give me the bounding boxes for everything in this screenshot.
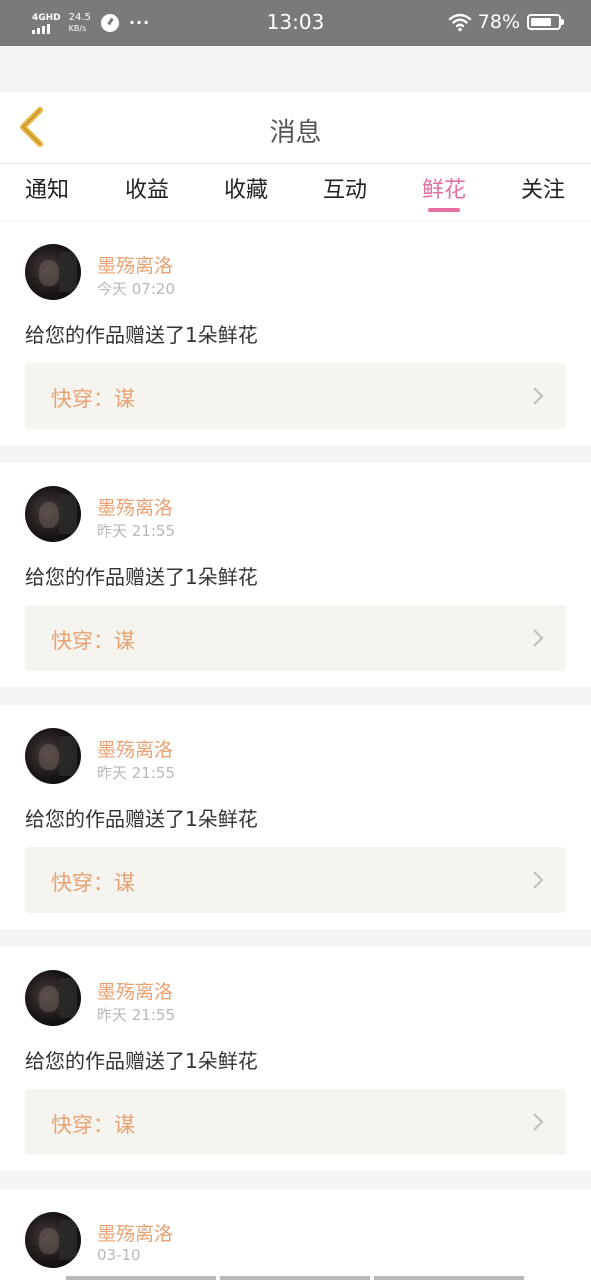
message-card: 墨殇离洛 昨天 21:55 给您的作品赠送了1朵鲜花 快穿：谋 — [0, 705, 591, 929]
sender-name[interactable]: 墨殇离洛 — [97, 1219, 173, 1246]
message-card: 墨殇离洛 昨天 21:55 给您的作品赠送了1朵鲜花 快穿：谋 — [0, 463, 591, 687]
work-link[interactable]: 快穿：谋 — [25, 363, 566, 429]
message-text: 给您的作品赠送了1朵鲜花 — [25, 323, 258, 347]
tab-label: 鲜花 — [421, 178, 466, 203]
chevron-right-icon — [533, 629, 544, 647]
message-time: 昨天 21:55 — [97, 764, 175, 782]
message-time: 03-10 — [97, 1246, 141, 1264]
avatar[interactable] — [25, 486, 81, 542]
sender-name[interactable]: 墨殇离洛 — [97, 977, 173, 1004]
message-card: 墨殇离洛 今天 07:20 给您的作品赠送了1朵鲜花 快穿：谋 — [0, 221, 591, 445]
tab-notifications[interactable]: 通知 — [2, 172, 92, 216]
tab-interactions[interactable]: 互动 — [300, 172, 390, 216]
work-title: 快穿：谋 — [51, 1113, 135, 1137]
message-text: 给您的作品赠送了1朵鲜花 — [25, 1049, 258, 1073]
active-tab-indicator — [428, 208, 460, 212]
tab-label: 互动 — [322, 178, 367, 203]
avatar[interactable] — [25, 970, 81, 1026]
chevron-right-icon — [533, 387, 544, 405]
work-link[interactable]: 快穿：谋 — [25, 1089, 566, 1155]
work-link[interactable]: 快穿：谋 — [25, 847, 566, 913]
sender-name[interactable]: 墨殇离洛 — [97, 251, 173, 278]
sender-name[interactable]: 墨殇离洛 — [97, 493, 173, 520]
message-text: 给您的作品赠送了1朵鲜花 — [25, 807, 258, 831]
status-right: 78% — [448, 11, 564, 33]
tab-favorites[interactable]: 收藏 — [201, 172, 291, 216]
sender-name[interactable]: 墨殇离洛 — [97, 735, 173, 762]
work-title: 快穿：谋 — [51, 629, 135, 653]
message-time: 今天 07:20 — [97, 280, 175, 298]
tab-bar: 通知 收益 收藏 互动 鲜花 关注 — [0, 164, 591, 220]
tab-label: 关注 — [520, 178, 565, 203]
tab-earnings[interactable]: 收益 — [102, 172, 192, 216]
avatar[interactable] — [25, 728, 81, 784]
chevron-right-icon — [533, 1113, 544, 1131]
tab-label: 收益 — [124, 178, 169, 203]
message-card: 墨殇离洛 03-10 — [0, 1189, 591, 1280]
battery-percent: 78% — [477, 11, 520, 33]
avatar[interactable] — [25, 1212, 81, 1268]
battery-icon — [527, 14, 564, 30]
work-title: 快穿：谋 — [51, 387, 135, 411]
tab-label: 通知 — [24, 178, 69, 203]
status-bar: 4GHD 24.5 KB/s ··· 13:03 78% — [0, 0, 591, 46]
wifi-icon — [448, 13, 471, 32]
page-title: 消息 — [269, 118, 322, 148]
chevron-right-icon — [533, 871, 544, 889]
scroll-indicator — [66, 1276, 524, 1280]
tab-label: 收藏 — [223, 178, 268, 203]
app-header: 消息 — [0, 92, 591, 164]
tab-following[interactable]: 关注 — [498, 172, 588, 216]
message-card: 墨殇离洛 昨天 21:55 给您的作品赠送了1朵鲜花 快穿：谋 — [0, 947, 591, 1171]
message-text: 给您的作品赠送了1朵鲜花 — [25, 565, 258, 589]
work-link[interactable]: 快穿：谋 — [25, 605, 566, 671]
work-title: 快穿：谋 — [51, 871, 135, 895]
tab-flowers[interactable]: 鲜花 — [399, 172, 489, 216]
avatar[interactable] — [25, 244, 81, 300]
message-time: 昨天 21:55 — [97, 522, 175, 540]
message-time: 昨天 21:55 — [97, 1006, 175, 1024]
